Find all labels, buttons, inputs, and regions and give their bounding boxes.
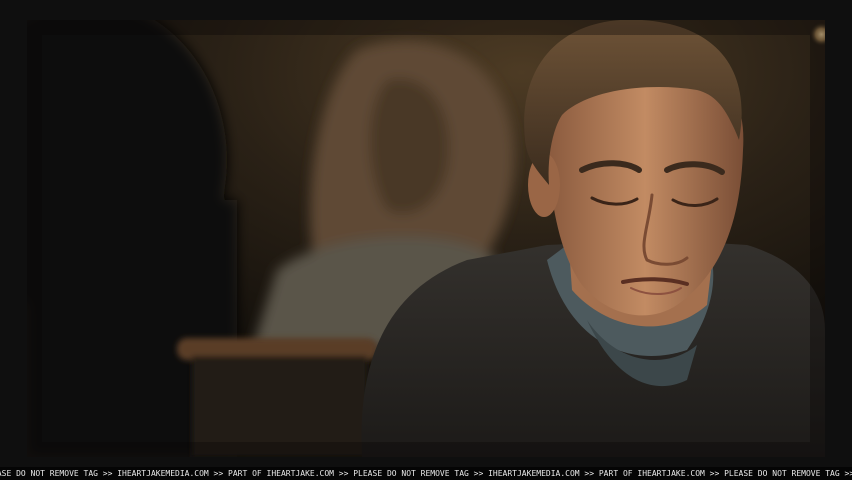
- watermark-bar: EASE DO NOT REMOVE TAG >> IHEARTJAKEMEDI…: [0, 467, 852, 480]
- scene-illustration: [27, 20, 825, 457]
- chair: [177, 338, 377, 457]
- watermark-text: EASE DO NOT REMOVE TAG >> IHEARTJAKEMEDI…: [0, 469, 852, 478]
- video-frame: EASE DO NOT REMOVE TAG >> IHEARTJAKEMEDI…: [0, 0, 852, 480]
- movie-still: [27, 20, 825, 457]
